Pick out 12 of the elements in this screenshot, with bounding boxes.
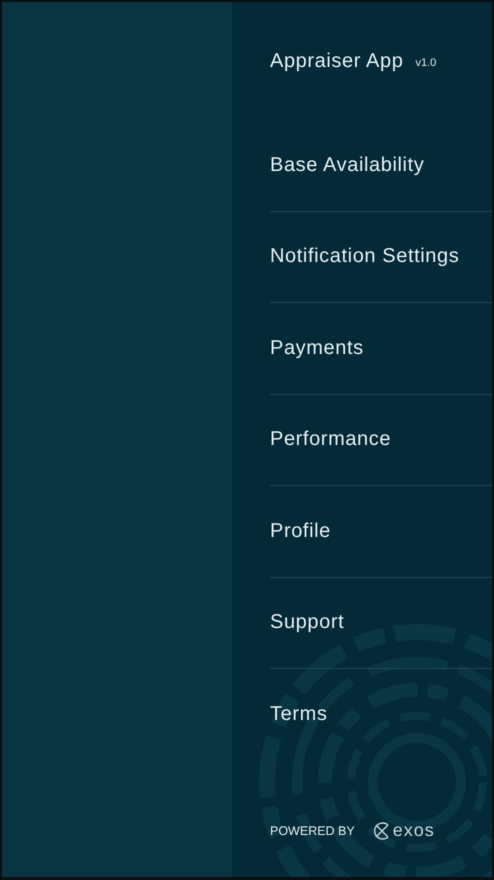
version-label: v1.0 <box>415 57 436 69</box>
dimmed-screen[interactable] <box>2 2 232 877</box>
menu-item[interactable]: Terms <box>270 669 492 760</box>
menu-item[interactable]: Performance <box>270 394 492 486</box>
menu-item[interactable]: Base Availability <box>270 120 492 212</box>
menu-item[interactable]: Profile <box>270 486 492 578</box>
powered-by-label: POWERED BY <box>270 824 355 838</box>
menu-item[interactable]: Notification Settings <box>270 212 492 303</box>
menu-item[interactable]: Support <box>270 578 492 669</box>
brand-name: exos <box>392 820 435 841</box>
menu-item[interactable]: Payments <box>270 303 492 394</box>
app-title: Appraiser App <box>270 50 404 72</box>
